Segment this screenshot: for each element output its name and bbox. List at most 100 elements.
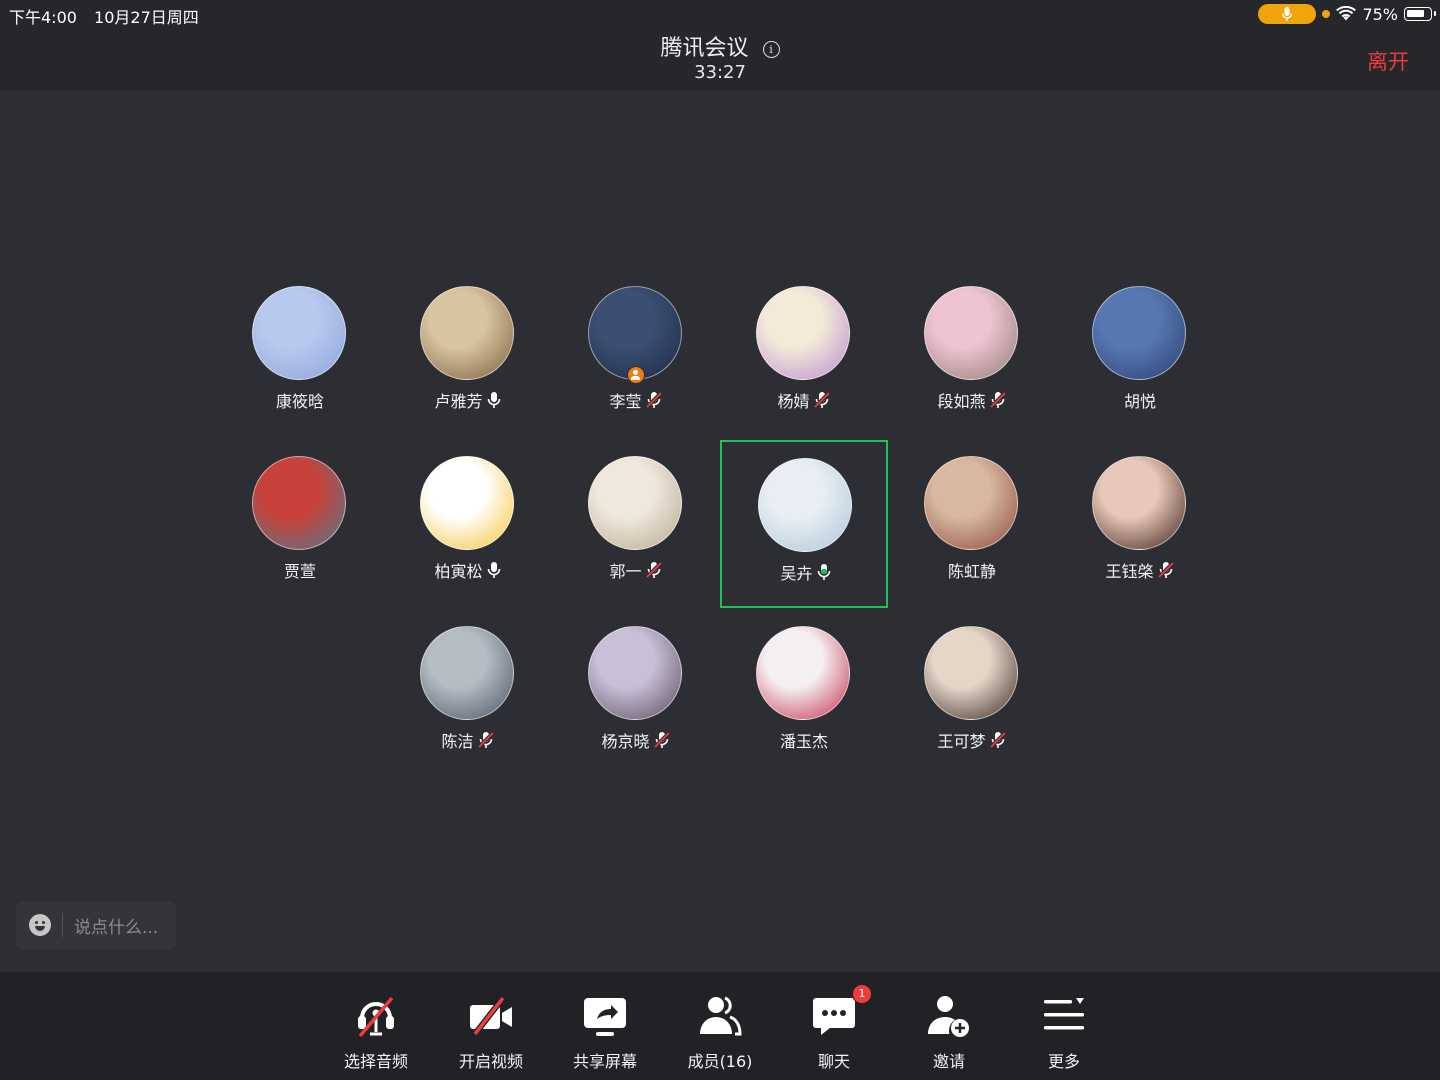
toolbar-label: 成员(16) xyxy=(687,1052,753,1071)
toolbar-label: 开启视频 xyxy=(458,1052,523,1071)
participant-name: 段如燕 xyxy=(937,392,986,411)
participant-tile[interactable]: 贾萱 xyxy=(216,440,384,608)
participant-name: 杨京晓 xyxy=(601,732,650,751)
participant-tile[interactable]: 杨婧 xyxy=(720,270,888,438)
participant-tile[interactable]: 卢雅芳 xyxy=(384,270,552,438)
participant-name-row: 杨婧 xyxy=(720,388,888,412)
toolbar-label: 选择音频 xyxy=(343,1052,408,1071)
status-time: 下午4:00 10月27日周四 xyxy=(9,4,199,28)
avatar xyxy=(588,626,682,720)
members-button[interactable]: 成员(16) xyxy=(665,992,775,1072)
participant-tile[interactable]: 王可梦 xyxy=(888,610,1056,778)
microphone-muted-icon xyxy=(813,391,831,409)
participant-tile[interactable]: 杨京晓 xyxy=(552,610,720,778)
more-button[interactable]: 更多 xyxy=(1009,992,1119,1072)
meeting-title: 腾讯会议 i xyxy=(0,30,1440,62)
participant-name: 贾萱 xyxy=(283,562,316,581)
microphone-muted-icon xyxy=(653,731,671,749)
bottom-toolbar: 选择音频 开启视频 共享屏幕 成员(16) 1 聊天 邀请 更多 xyxy=(0,972,1440,1080)
emoji-icon[interactable] xyxy=(29,914,51,936)
participant-name-row: 陈虹静 xyxy=(888,558,1056,582)
participant-tile[interactable]: 柏寅松 xyxy=(384,440,552,608)
participant-name-row: 李莹 xyxy=(552,388,720,412)
participant-name-row: 王可梦 xyxy=(888,728,1056,752)
chat-icon xyxy=(813,998,855,1035)
participant-name: 陈虹静 xyxy=(947,562,996,581)
microphone-muted-icon xyxy=(1157,561,1175,579)
avatar xyxy=(924,286,1018,380)
avatar xyxy=(420,286,514,380)
participant-name: 潘玉杰 xyxy=(779,732,828,751)
participant-tile[interactable]: 潘玉杰 xyxy=(720,610,888,778)
participant-name-row: 郭一 xyxy=(552,558,720,582)
invite-icon xyxy=(928,996,969,1037)
more-icon xyxy=(1044,998,1084,1030)
header-bar: 下午4:00 10月27日周四 75% 腾讯会议 i 33:27 离开 xyxy=(0,0,1440,90)
share-screen-icon xyxy=(584,998,626,1036)
host-badge-icon xyxy=(627,366,645,384)
members-icon xyxy=(700,996,742,1036)
participant-tile[interactable]: 康筱晗 xyxy=(216,270,384,438)
participant-name: 吴卉 xyxy=(780,564,813,583)
toolbar-label: 邀请 xyxy=(932,1052,965,1071)
avatar xyxy=(588,456,682,550)
share-screen-button[interactable]: 共享屏幕 xyxy=(550,992,660,1072)
participant-tile[interactable]: 郭一 xyxy=(552,440,720,608)
participant-tile[interactable]: 李莹 xyxy=(552,270,720,438)
status-date-text: 10月27日周四 xyxy=(94,8,199,27)
participant-name: 王钰棨 xyxy=(1105,562,1154,581)
participant-tile[interactable]: 王钰棨 xyxy=(1056,440,1224,608)
participant-name-row: 贾萱 xyxy=(216,558,384,582)
participant-tile[interactable]: 吴卉 xyxy=(720,440,888,608)
battery-percent: 75% xyxy=(1362,4,1398,24)
participant-tile[interactable]: 段如燕 xyxy=(888,270,1056,438)
microphone-muted-icon xyxy=(645,391,663,409)
avatar xyxy=(924,626,1018,720)
participant-tile[interactable]: 陈虹静 xyxy=(888,440,1056,608)
participant-name: 康筱晗 xyxy=(275,392,324,411)
participant-name-row: 柏寅松 xyxy=(384,558,552,582)
avatar xyxy=(1092,286,1186,380)
participant-name-row: 王钰棨 xyxy=(1056,558,1224,582)
participant-name: 杨婧 xyxy=(777,392,810,411)
battery-icon xyxy=(1404,7,1436,21)
start-video-button[interactable]: 开启视频 xyxy=(436,992,546,1072)
microphone-muted-icon xyxy=(477,731,495,749)
participant-name-row: 康筱晗 xyxy=(216,388,384,412)
participant-name: 王可梦 xyxy=(937,732,986,751)
participant-name-row: 胡悦 xyxy=(1056,388,1224,412)
participant-name-row: 潘玉杰 xyxy=(720,728,888,752)
participant-name: 陈洁 xyxy=(441,732,474,751)
divider xyxy=(62,913,63,937)
chat-button[interactable]: 1 聊天 xyxy=(779,984,889,1072)
chat-input[interactable]: 说点什么... xyxy=(16,901,176,949)
avatar xyxy=(252,456,346,550)
info-icon[interactable]: i xyxy=(762,40,780,58)
participant-name: 郭一 xyxy=(609,562,642,581)
avatar xyxy=(756,286,850,380)
headset-off-icon xyxy=(358,996,394,1038)
participant-name-row: 吴卉 xyxy=(722,560,890,584)
participant-tile[interactable]: 陈洁 xyxy=(384,610,552,778)
camera-off-icon xyxy=(470,996,512,1036)
invite-button[interactable]: 邀请 xyxy=(894,992,1004,1072)
participant-tile[interactable]: 胡悦 xyxy=(1056,270,1224,438)
participant-name-row: 卢雅芳 xyxy=(384,388,552,412)
chat-input-placeholder[interactable]: 说点什么... xyxy=(74,913,158,938)
leave-button[interactable]: 离开 xyxy=(1367,46,1409,76)
microphone-muted-icon xyxy=(989,391,1007,409)
wifi-icon xyxy=(1336,6,1357,21)
microphone-icon xyxy=(1282,7,1293,21)
toolbar-label: 共享屏幕 xyxy=(572,1052,637,1071)
microphone-muted-icon xyxy=(989,731,1007,749)
select-audio-button[interactable]: 选择音频 xyxy=(321,992,431,1072)
avatar xyxy=(252,286,346,380)
avatar xyxy=(1092,456,1186,550)
participant-name: 柏寅松 xyxy=(434,562,483,581)
participant-name: 胡悦 xyxy=(1123,392,1156,411)
avatar xyxy=(924,456,1018,550)
participant-name: 卢雅芳 xyxy=(434,392,483,411)
avatar xyxy=(420,456,514,550)
meeting-duration: 33:27 xyxy=(694,62,746,83)
participant-name-row: 杨京晓 xyxy=(552,728,720,752)
